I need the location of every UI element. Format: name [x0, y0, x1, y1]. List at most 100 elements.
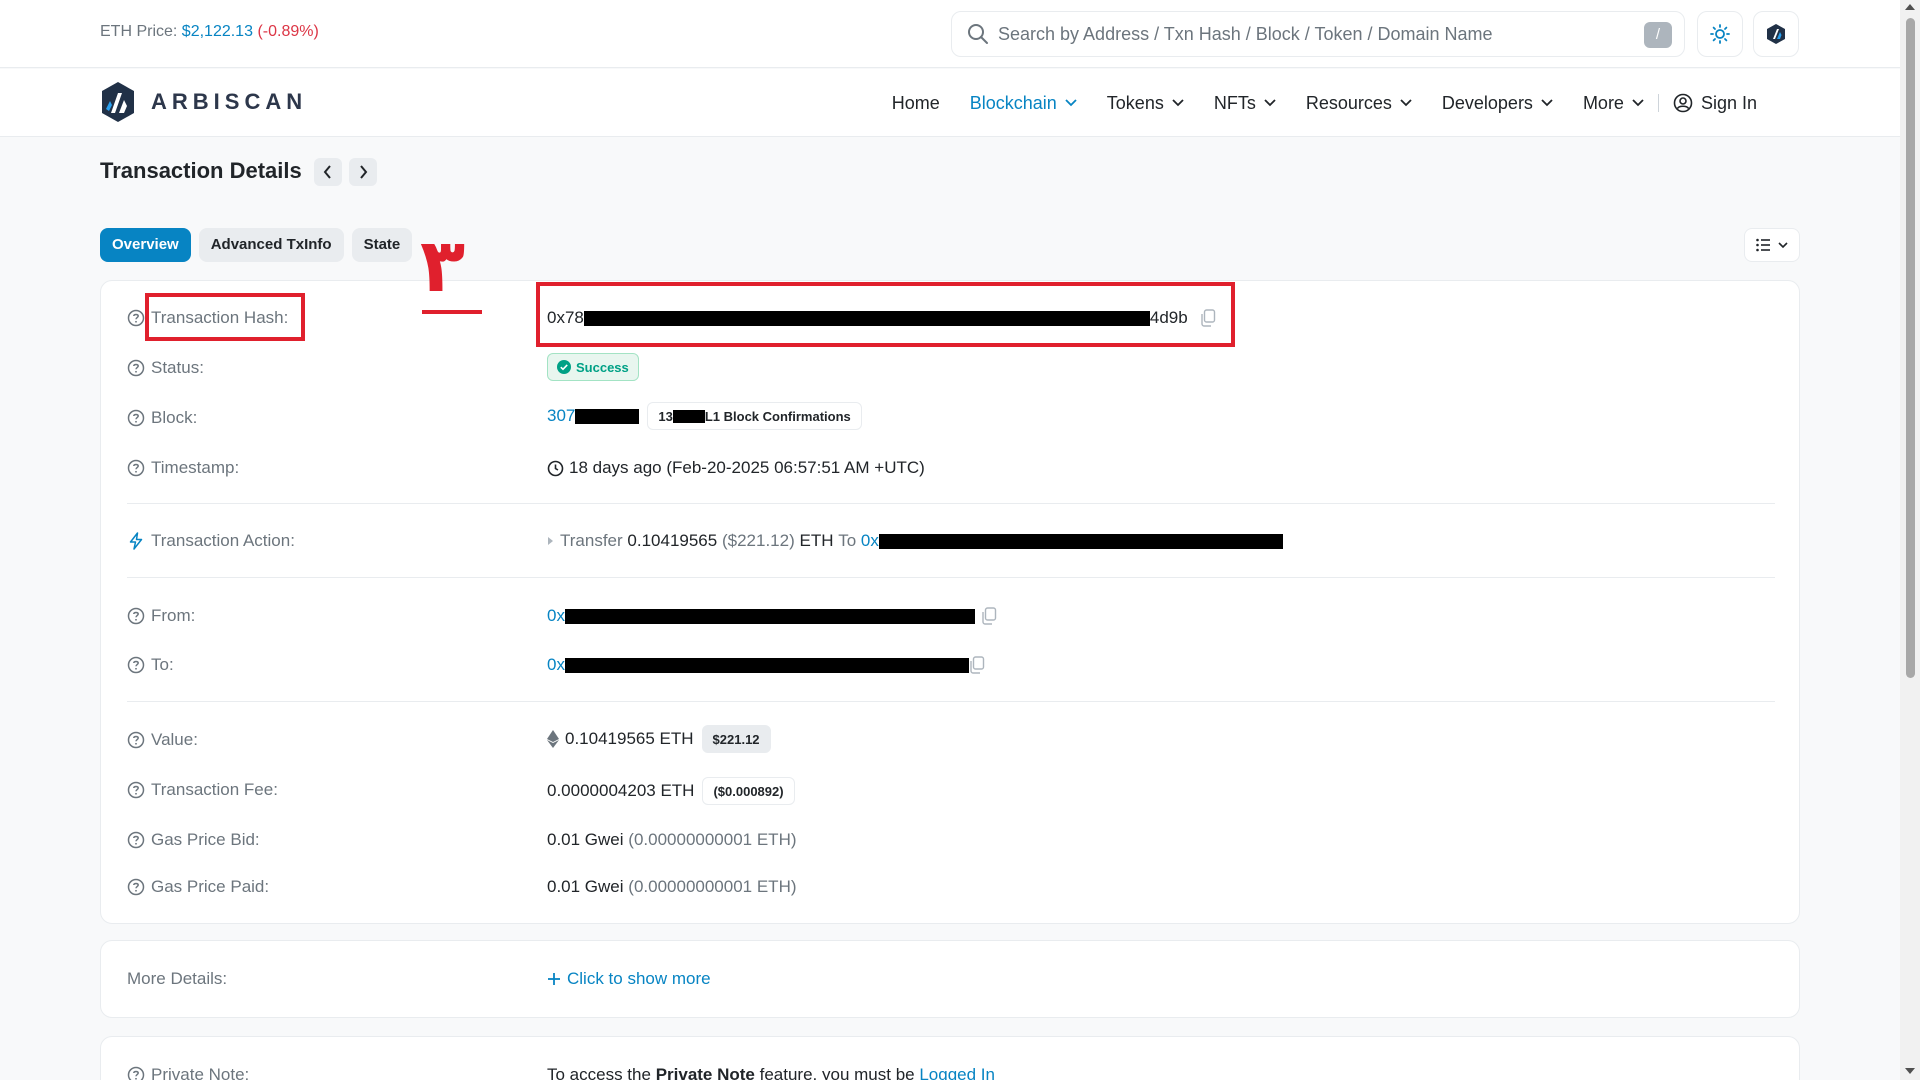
- sign-in-link[interactable]: Sign In: [1673, 93, 1757, 114]
- search-input[interactable]: [998, 20, 1598, 48]
- redacted-block: [575, 408, 640, 424]
- prev-tx-button[interactable]: [314, 158, 342, 186]
- divider: [127, 503, 1775, 504]
- block-number-link[interactable]: 307: [547, 406, 575, 426]
- chevron-down-icon: [1632, 99, 1644, 107]
- from-address-link[interactable]: 0x: [547, 606, 565, 626]
- plus-icon: [548, 973, 560, 985]
- tx-fee-label: Transaction Fee:: [127, 780, 278, 800]
- fee-amount: 0.0000004203 ETH: [547, 781, 695, 800]
- nav-nfts[interactable]: NFTs: [1214, 93, 1276, 114]
- search-box[interactable]: /: [951, 11, 1685, 57]
- nav-home[interactable]: Home: [892, 93, 940, 114]
- question-circle-icon[interactable]: [127, 656, 145, 674]
- next-tx-button[interactable]: [349, 158, 377, 186]
- gas-price-paid-value: 0.01 Gwei (0.00000000001 ETH): [547, 877, 797, 897]
- theme-toggle-button[interactable]: [1697, 11, 1743, 57]
- question-circle-icon[interactable]: [127, 359, 145, 377]
- chevron-down-icon: [1400, 99, 1412, 107]
- value-label: Value:: [127, 730, 198, 750]
- detail-tabs: Overview Advanced TxInfo State: [100, 228, 420, 262]
- value-usd-badge: $221.12: [701, 725, 771, 753]
- gas-paid-eth: (0.00000000001 ETH): [628, 877, 797, 896]
- gas-paid-gwei: 0.01 Gwei: [547, 877, 624, 896]
- tab-state[interactable]: State: [351, 228, 413, 262]
- view-options-button[interactable]: [1744, 228, 1800, 262]
- user-circle-icon: [1673, 93, 1693, 113]
- scroll-thumb[interactable]: [1906, 18, 1915, 678]
- question-circle-icon[interactable]: [127, 459, 145, 477]
- nav-resources[interactable]: Resources: [1306, 93, 1412, 114]
- arbiscan-logo[interactable]: ARBISCAN: [100, 81, 307, 123]
- annotation-box-hash: [536, 282, 1235, 347]
- tab-advanced-txinfo[interactable]: Advanced TxInfo: [198, 228, 344, 262]
- nav-tokens[interactable]: Tokens: [1107, 93, 1184, 114]
- annotation-mark: ٣: [420, 229, 482, 314]
- fee-usd-badge: ($0.000892): [702, 777, 795, 805]
- to-address-link[interactable]: 0x: [547, 655, 565, 675]
- logo-text: ARBISCAN: [151, 89, 308, 114]
- eth-price-value[interactable]: $2,122.13: [182, 23, 253, 40]
- nav-developers[interactable]: Developers: [1442, 93, 1553, 114]
- nav-label: More: [1582, 92, 1624, 113]
- timestamp-text: 18 days ago (Feb-20-2025 06:57:51 AM +UT…: [569, 458, 925, 477]
- question-circle-icon[interactable]: [127, 781, 145, 799]
- gas-price-bid-label: Gas Price Bid:: [127, 830, 260, 850]
- timestamp-label: Timestamp:: [127, 458, 239, 478]
- confirmations-prefix: 13: [658, 408, 673, 424]
- chevron-down-icon: [1065, 99, 1077, 107]
- label-text: More Details:: [127, 969, 228, 988]
- redacted-block: [564, 657, 969, 673]
- timestamp-value: 18 days ago (Feb-20-2025 06:57:51 AM +UT…: [547, 458, 925, 478]
- question-circle-icon[interactable]: [127, 309, 145, 327]
- nav-label: Resources: [1305, 92, 1392, 113]
- label-text: Gas Price Paid:: [151, 877, 270, 896]
- transaction-details-card: Transaction Hash: 0x78 4d9b Status: Succ…: [100, 280, 1800, 924]
- private-note-card: Private Note: To access the Private Note…: [100, 1036, 1800, 1080]
- more-details-label: More Details:: [127, 969, 227, 989]
- label-text: To:: [151, 655, 174, 674]
- network-switch-button[interactable]: [1753, 11, 1799, 57]
- nav-label: NFTs: [1213, 92, 1256, 113]
- copy-icon[interactable]: [969, 656, 985, 674]
- nav-bar: ARBISCAN Home Blockchain Tokens NFTs Res…: [0, 69, 1900, 137]
- show-more-text: Click to show more: [567, 969, 711, 988]
- status-badge: Success: [547, 353, 639, 381]
- arbiscan-logo-icon: [102, 82, 134, 122]
- action-verb: Transfer: [560, 531, 623, 550]
- redacted-block: [672, 409, 705, 423]
- login-link[interactable]: Logged In: [919, 1065, 995, 1080]
- gas-price-paid-label: Gas Price Paid:: [127, 877, 269, 897]
- question-circle-icon[interactable]: [127, 878, 145, 896]
- question-circle-icon[interactable]: [127, 731, 145, 749]
- block-value: 307 13 L1 Block Confirmations: [547, 402, 862, 430]
- question-circle-icon[interactable]: [127, 1066, 145, 1080]
- eth-price-label: ETH Price:: [100, 23, 178, 40]
- label-text: From:: [151, 606, 196, 625]
- nav-label: Home: [891, 92, 940, 113]
- redacted-block: [564, 608, 975, 624]
- scroll-down-arrow[interactable]: [1905, 1068, 1915, 1074]
- ethereum-icon: [547, 730, 559, 748]
- label-text: Value:: [151, 730, 198, 749]
- lightning-icon: [129, 532, 143, 550]
- show-more-link[interactable]: Click to show more: [547, 969, 711, 989]
- status-text: Success: [576, 359, 629, 375]
- private-note-label: Private Note:: [127, 1065, 249, 1080]
- page-scrollbar[interactable]: [1900, 0, 1920, 1080]
- question-circle-icon[interactable]: [127, 831, 145, 849]
- tx-action-label: Transaction Action:: [127, 531, 295, 551]
- nav-more[interactable]: More: [1583, 93, 1644, 114]
- question-circle-icon[interactable]: [127, 409, 145, 427]
- nav-blockchain[interactable]: Blockchain: [970, 93, 1077, 114]
- scroll-up-arrow[interactable]: [1905, 4, 1915, 10]
- question-circle-icon[interactable]: [127, 607, 145, 625]
- sun-icon: [1710, 24, 1730, 44]
- action-to-address-link[interactable]: 0x: [861, 531, 879, 551]
- tab-overview[interactable]: Overview: [100, 228, 191, 262]
- chevron-down-icon: [1778, 241, 1788, 248]
- arbitrum-icon: [1767, 24, 1785, 44]
- block-label: Block:: [127, 408, 197, 428]
- label-text: Status:: [151, 358, 204, 377]
- copy-icon[interactable]: [981, 607, 997, 625]
